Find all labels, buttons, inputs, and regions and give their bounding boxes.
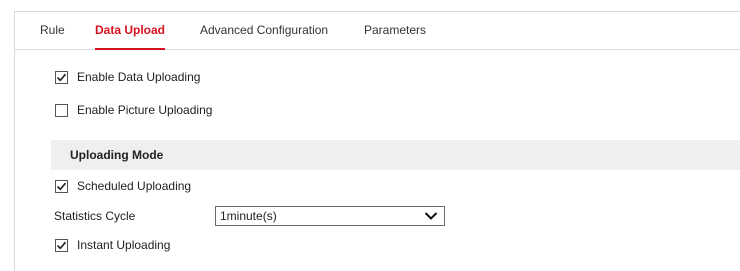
enable-picture-uploading-option[interactable]: Enable Picture Uploading [55,101,212,119]
instant-uploading-checkbox[interactable] [55,238,68,252]
statistics-cycle-value: 1minute(s) [220,209,277,223]
tab-rule[interactable]: Rule [40,12,65,50]
instant-uploading-label: Instant Uploading [77,238,171,252]
uploading-mode-section-header: Uploading Mode [51,140,740,170]
checkmark-icon [56,182,67,190]
chevron-down-icon [424,212,438,220]
scheduled-uploading-checkbox[interactable] [55,179,68,193]
statistics-cycle-select[interactable]: 1minute(s) [215,206,445,226]
section-title: Uploading Mode [70,148,164,162]
tab-data-upload[interactable]: Data Upload [95,12,166,50]
enable-picture-uploading-label: Enable Picture Uploading [77,103,213,117]
enable-data-uploading-checkbox[interactable] [55,70,68,84]
tab-bar: Rule Data Upload Advanced Configuration … [15,12,740,50]
enable-picture-uploading-checkbox[interactable] [55,103,68,117]
tab-advanced-configuration[interactable]: Advanced Configuration [200,12,328,50]
checkmark-icon [56,73,67,81]
enable-data-uploading-option[interactable]: Enable Data Uploading [55,68,200,86]
enable-data-uploading-label: Enable Data Uploading [77,70,201,84]
checkmark-icon [56,241,67,249]
scheduled-uploading-option[interactable]: Scheduled Uploading [55,177,191,195]
statistics-cycle-label: Statistics Cycle [54,209,136,223]
tab-parameters[interactable]: Parameters [364,12,426,50]
content-panel: Rule Data Upload Advanced Configuration … [14,11,740,271]
instant-uploading-option[interactable]: Instant Uploading [55,236,170,254]
scheduled-uploading-label: Scheduled Uploading [77,179,192,193]
